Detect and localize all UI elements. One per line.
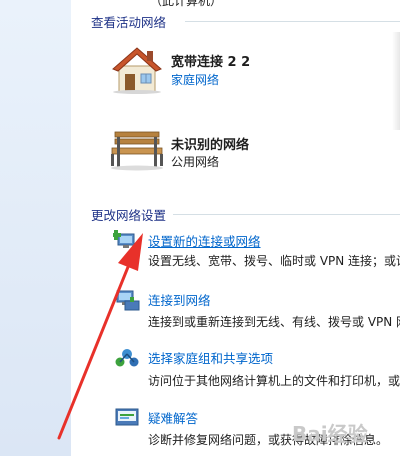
- annotation-arrow: [57, 233, 143, 440]
